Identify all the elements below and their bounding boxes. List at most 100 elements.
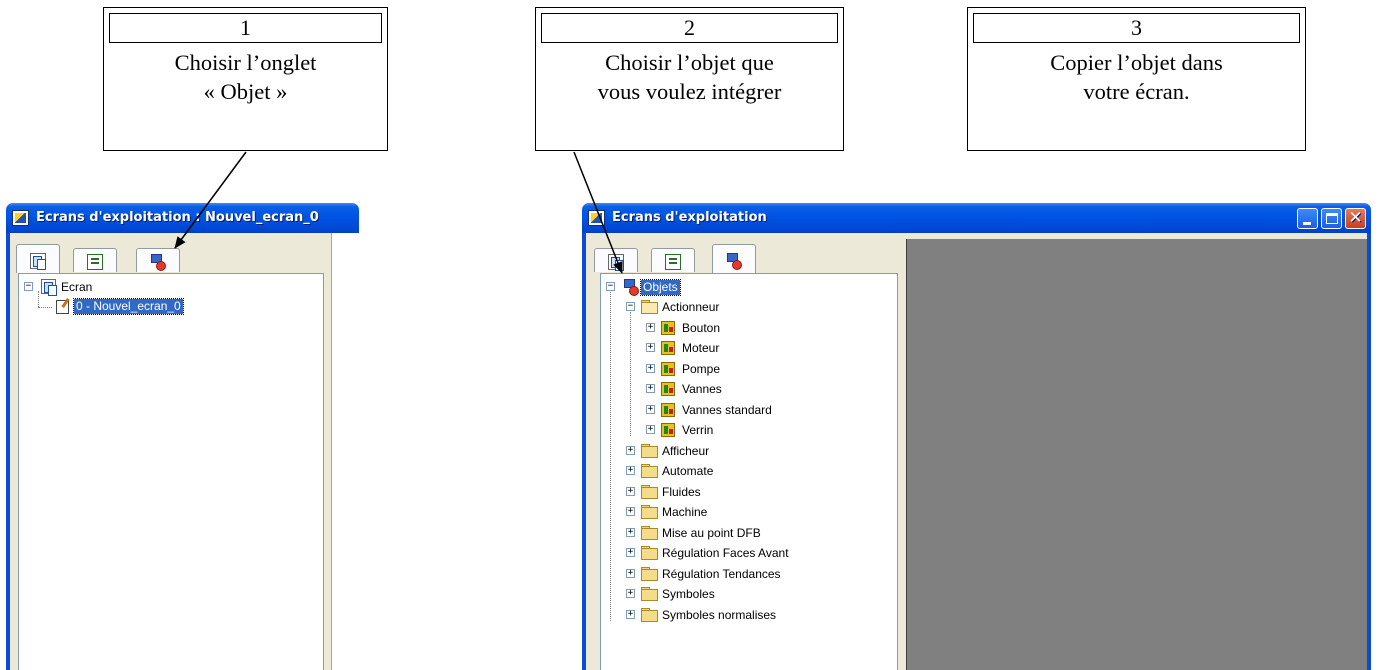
object-family-icon [661,362,675,376]
expand-toggle-icon[interactable]: + [626,528,635,537]
window-titlebar[interactable]: Ecrans d'exploitation ✕ [582,203,1371,233]
tree-node-family[interactable]: + Moteur [601,339,891,359]
step-text-line: vous voulez intégrer [597,79,782,104]
folder-icon [641,464,658,478]
expand-toggle-icon[interactable]: + [626,466,635,475]
tree-node-folder[interactable]: + Régulation Faces Avant [601,544,891,564]
folder-icon [641,546,658,560]
expand-toggle-icon[interactable]: + [646,364,655,373]
app-icon [588,210,605,226]
collapse-toggle-icon[interactable]: − [24,282,33,291]
expand-toggle-icon[interactable]: + [626,589,635,598]
object-family-icon [661,382,675,396]
workspace-area [331,233,359,670]
expand-toggle-icon[interactable]: + [646,384,655,393]
window-body: − Ecran 0 - Nouvel_ecran_0 < [6,233,359,670]
tree-label: Vannes [682,382,722,396]
tab-strip [594,244,774,273]
window-frame [1367,233,1371,670]
folder-open-icon [641,300,658,314]
tree-label: Afficheur [662,444,710,458]
window-frame [6,233,10,670]
screens-icon [608,254,624,271]
tree-node-family[interactable]: + Bouton [601,319,891,339]
close-button[interactable]: ✕ [1345,208,1366,229]
folder-icon [641,505,658,519]
objects-icon [623,279,639,296]
app-icon [12,210,29,226]
collapse-toggle-icon[interactable]: − [626,302,635,311]
maximize-button[interactable] [1321,208,1342,229]
tree-label-selected: 0 - Nouvel_ecran_0 [73,298,184,315]
tree-label: Ecran [61,280,93,294]
tree-node-family[interactable]: + Verrin [601,421,891,441]
expand-toggle-icon[interactable]: + [646,405,655,414]
tab-list[interactable] [651,248,695,272]
tree-label: Symboles normalises [662,608,777,622]
tree-node-objets[interactable]: − Objets [601,278,891,298]
tree-label-selected: Objets [640,279,681,296]
window-frame [582,233,586,670]
tab-list[interactable] [73,248,117,272]
expand-toggle-icon[interactable]: + [626,569,635,578]
tree-node-family[interactable]: + Vannes [601,380,891,400]
maximize-icon [1326,213,1338,224]
tree-node-folder[interactable]: + Automate [601,462,891,482]
operating-screens-window-left: Ecrans d'exploitation : Nouvel_ecran_0 −… [6,203,359,670]
object-family-icon [661,341,675,355]
tab-screens[interactable] [594,248,638,272]
tree-node-family[interactable]: + Vannes standard [601,401,891,421]
folder-icon [641,567,658,581]
step-text: Choisir l’objet que vous voulez intégrer [540,48,839,106]
minimize-button[interactable] [1297,208,1318,229]
object-family-icon [661,321,675,335]
tree-label: Mise au point DFB [662,526,761,540]
instruction-box-1: 1 Choisir l’onglet « Objet » [103,7,388,151]
folder-icon [641,587,658,601]
objects-icon [150,254,166,271]
window-titlebar[interactable]: Ecrans d'exploitation : Nouvel_ecran_0 [6,203,359,233]
tree-label: Automate [662,464,714,478]
collapse-toggle-icon[interactable]: − [606,282,615,291]
instruction-box-3: 3 Copier l’objet dans votre écran. [967,7,1306,151]
screen-edit-icon [55,298,71,314]
expand-toggle-icon[interactable]: + [646,425,655,434]
tree-node-folder[interactable]: + Symboles normalises [601,606,891,626]
step-text-line: « Objet » [203,79,288,104]
tree-node-folder[interactable]: + Machine [601,503,891,523]
list-icon [87,254,103,270]
tree-node-ecran[interactable]: − Ecran [19,278,319,298]
tree-node-folder[interactable]: + Fluides [601,483,891,503]
tree-node-folder[interactable]: + Régulation Tendances [601,565,891,585]
window-title: Ecrans d'exploitation [612,210,767,225]
expand-toggle-icon[interactable]: + [626,446,635,455]
tree-node-folder[interactable]: + Mise au point DFB [601,524,891,544]
tree-label: Verrin [682,423,714,437]
tree-node-folder[interactable]: + Symboles [601,585,891,605]
operating-screens-window-right: Ecrans d'exploitation ✕ − Objets − Actio… [582,203,1371,670]
expand-toggle-icon[interactable]: + [626,610,635,619]
tree-node-screen[interactable]: 0 - Nouvel_ecran_0 [19,297,319,317]
tree-label: Fluides [662,485,701,499]
tree-node-actionneur[interactable]: − Actionneur [601,298,891,318]
object-family-icon [661,423,675,437]
folder-icon [641,526,658,540]
tree-node-folder[interactable]: + Afficheur [601,442,891,462]
expand-toggle-icon[interactable]: + [646,343,655,352]
expand-toggle-icon[interactable]: + [626,487,635,496]
tab-objects[interactable] [712,244,756,273]
step-number: 3 [973,13,1300,43]
step-number: 2 [541,13,838,43]
expand-toggle-icon[interactable]: + [626,548,635,557]
tab-objects[interactable] [136,248,180,272]
tree-node-family[interactable]: + Pompe [601,360,891,380]
tree-label: Pompe [682,362,721,376]
tab-screens[interactable] [16,244,60,273]
screens-icon [41,279,57,296]
objects-icon [726,253,742,270]
expand-toggle-icon[interactable]: + [646,323,655,332]
step-number: 1 [109,13,382,43]
step-text: Copier l’objet dans votre écran. [972,48,1301,106]
expand-toggle-icon[interactable]: + [626,507,635,516]
tab-strip [14,244,194,273]
